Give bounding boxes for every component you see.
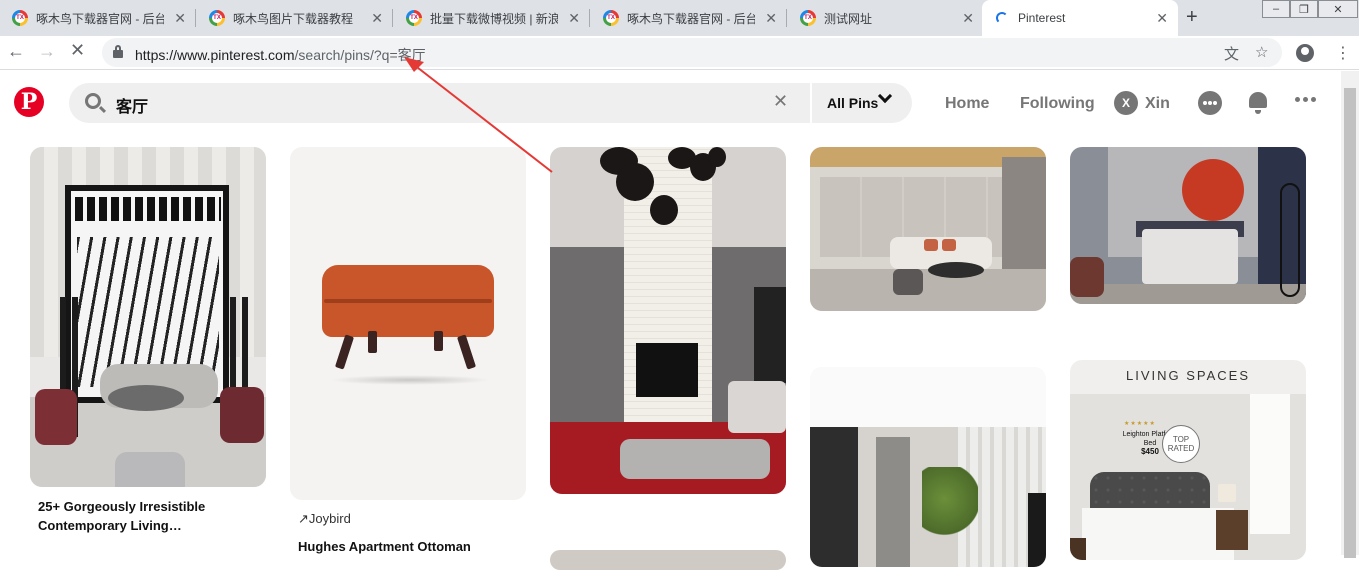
browser-toolbar: ← → ✕ https://www.pinterest.com/search/p… (0, 36, 1359, 70)
notifications-bell-icon[interactable] (1249, 92, 1267, 114)
clear-search-icon[interactable]: ✕ (773, 91, 788, 112)
close-tab-icon[interactable]: ✕ (765, 11, 777, 25)
close-tab-icon[interactable]: ✕ (371, 11, 383, 25)
top-rated-badge: TOP RATED (1162, 425, 1200, 463)
avatar[interactable]: X (1114, 91, 1138, 115)
lock-icon (113, 45, 123, 58)
pin-image[interactable] (290, 147, 526, 500)
nav-home-link[interactable]: Home (945, 95, 989, 113)
search-input[interactable]: 客厅 (116, 93, 148, 117)
nav-following-link[interactable]: Following (1020, 95, 1095, 113)
favicon-icon: TX (603, 10, 619, 26)
more-options-icon[interactable] (1295, 97, 1316, 102)
search-filter-dropdown[interactable]: All Pins (827, 95, 878, 111)
close-window-icon[interactable]: ✕ (1318, 0, 1358, 18)
tab-title: Pinterest (1018, 11, 1066, 25)
pinterest-logo[interactable]: P (14, 87, 44, 117)
browser-tab[interactable]: TX 批量下载微博视频 | 新浪 ✕ (394, 0, 590, 36)
chevron-down-icon[interactable] (877, 88, 893, 104)
browser-tab[interactable]: TX 啄木鸟下载器官网 - 后台 ✕ (0, 0, 196, 36)
favicon-icon: TX (406, 10, 422, 26)
scrollbar-thumb[interactable] (1344, 88, 1356, 558)
browser-tab[interactable]: TX 啄木鸟图片下载器教程 ✕ (197, 0, 393, 36)
ad-brand: LIVING SPACES (1125, 368, 1250, 383)
minimize-window-icon[interactable]: – (1262, 0, 1290, 18)
tab-separator (589, 9, 590, 27)
loading-spinner-icon (996, 12, 1008, 24)
tab-separator (392, 9, 393, 27)
close-tab-icon[interactable]: ✕ (568, 11, 580, 25)
pin-image[interactable] (810, 147, 1046, 311)
browser-tab[interactable]: TX 测试网址 ✕ (788, 0, 984, 36)
pin-title[interactable]: Hughes Apartment Ottoman (298, 537, 471, 556)
tab-strip: TX 啄木鸟下载器官网 - 后台 ✕ TX 啄木鸟图片下载器教程 ✕ TX 批量… (0, 0, 1359, 36)
tab-separator (786, 9, 787, 27)
tab-title: 批量下载微博视频 | 新浪 (430, 11, 558, 26)
close-tab-icon[interactable]: ✕ (962, 11, 974, 25)
bookmark-star-icon[interactable]: ☆ (1255, 43, 1268, 61)
tab-title: 啄木鸟下载器官网 - 后台 (36, 11, 164, 26)
pin-image[interactable] (810, 367, 1046, 567)
address-bar[interactable]: https://www.pinterest.com/search/pins/?q… (102, 38, 1282, 67)
search-bar[interactable]: 客厅 ✕ All Pins (69, 83, 912, 123)
new-tab-button[interactable]: + (1186, 6, 1198, 29)
close-tab-icon[interactable]: ✕ (174, 11, 186, 25)
browser-menu-icon[interactable]: ⋮ (1335, 43, 1351, 63)
search-divider (810, 83, 812, 123)
search-icon (85, 93, 101, 109)
tab-title: 测试网址 (824, 11, 873, 26)
pin-source[interactable]: ↗Joybird (298, 511, 351, 527)
pin-image[interactable] (550, 147, 786, 494)
browser-tab-active[interactable]: Pinterest ✕ (982, 0, 1178, 36)
profile-name-link[interactable]: Xin (1145, 95, 1170, 113)
rating-stars: ★★★★★ (1124, 421, 1156, 427)
stop-loading-icon[interactable]: ✕ (70, 40, 85, 61)
tab-title: 啄木鸟图片下载器教程 (233, 11, 354, 26)
messages-icon[interactable] (1198, 91, 1222, 115)
close-tab-icon[interactable]: ✕ (1156, 11, 1168, 25)
forward-arrow-icon[interactable]: → (38, 41, 56, 62)
favicon-icon: TX (12, 10, 28, 26)
tab-separator (195, 9, 196, 27)
favicon-icon: TX (209, 10, 225, 26)
pin-image[interactable] (550, 550, 786, 570)
profile-icon[interactable] (1296, 44, 1314, 62)
url-text[interactable]: https://www.pinterest.com/search/pins/?q… (135, 45, 426, 65)
browser-tab[interactable]: TX 啄木鸟下载器官网 - 后台 ✕ (591, 0, 787, 36)
pin-image[interactable] (1070, 147, 1306, 304)
external-link-icon: ↗ (298, 511, 309, 526)
restore-window-icon[interactable]: ❐ (1290, 0, 1318, 18)
translate-icon[interactable]: 文 (1224, 43, 1239, 64)
page-scrollbar[interactable] (1341, 71, 1359, 558)
favicon-icon: TX (800, 10, 816, 26)
tab-title: 啄木鸟下载器官网 - 后台 (627, 11, 755, 26)
pin-image[interactable] (30, 147, 266, 487)
pin-title[interactable]: 25+ Gorgeously Irresistible Contemporary… (38, 497, 258, 535)
pin-ad-image[interactable]: LIVING SPACES ★★★★★ Leighton Platform Be… (1070, 360, 1306, 560)
back-arrow-icon[interactable]: ← (7, 41, 25, 62)
